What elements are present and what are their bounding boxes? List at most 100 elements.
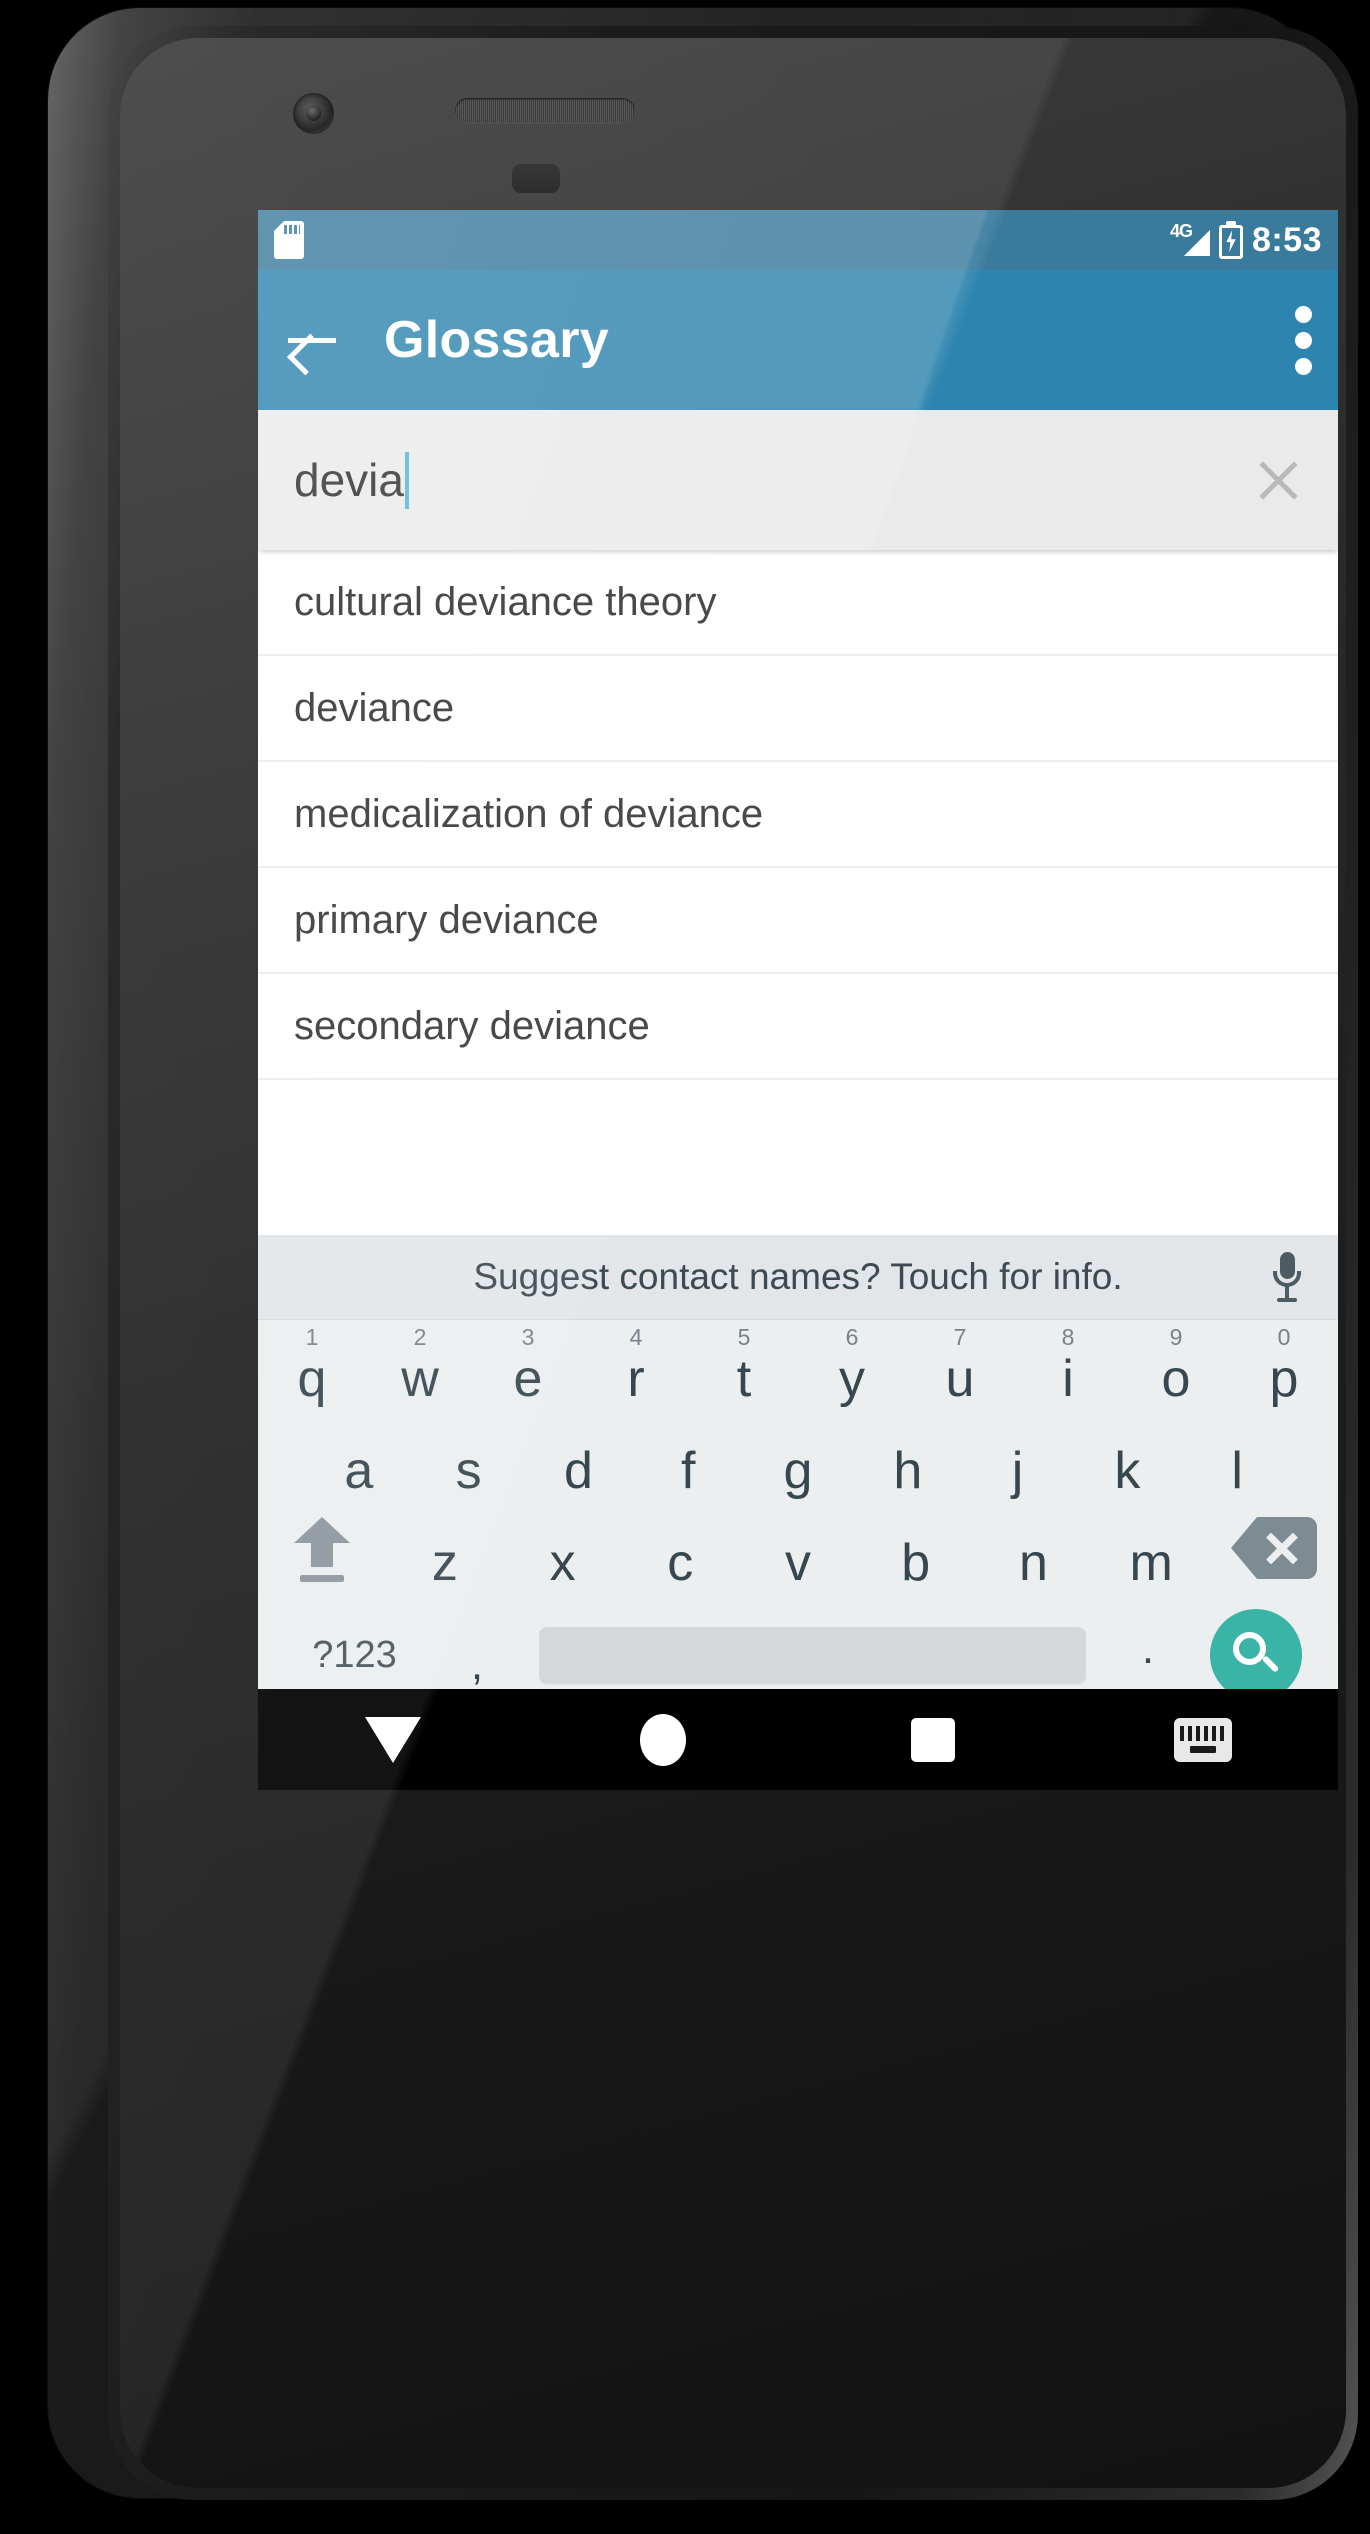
key-label: w [401, 1350, 439, 1408]
key-u[interactable]: 7 u [906, 1324, 1014, 1408]
microphone-icon[interactable] [1272, 1252, 1302, 1304]
list-item[interactable]: cultural deviance theory [258, 550, 1338, 656]
search-key-icon [1231, 1630, 1281, 1680]
search-action-key[interactable] [1198, 1609, 1314, 1701]
nav-recents-icon [911, 1717, 955, 1762]
search-input-value: devia [294, 454, 404, 506]
on-screen-keyboard: Suggest contact names? Touch for info. 1… [258, 1235, 1338, 1701]
key-number-hint: 3 [521, 1324, 535, 1350]
key-label: x [549, 1534, 576, 1592]
key-a[interactable]: a [304, 1425, 414, 1517]
key-c[interactable]: c [621, 1517, 739, 1609]
list-item-label: medicalization of deviance [294, 791, 764, 836]
nav-back-down-icon [365, 1716, 421, 1763]
period-key[interactable]: . [1098, 1624, 1198, 1674]
sd-card-icon [274, 221, 304, 259]
nav-keyboard-button[interactable] [1068, 1717, 1338, 1762]
key-number-hint: 4 [629, 1324, 643, 1350]
key-o[interactable]: 9 o [1122, 1324, 1230, 1406]
search-action-button[interactable] [1210, 1609, 1302, 1701]
key-label: k [1114, 1442, 1141, 1500]
clear-search-icon[interactable] [1252, 454, 1304, 506]
key-label: m [1129, 1534, 1173, 1592]
key-number-hint: 1 [305, 1324, 319, 1350]
key-label: t [736, 1350, 752, 1408]
key-number-hint: 2 [413, 1324, 427, 1350]
key-l[interactable]: l [1182, 1425, 1292, 1517]
key-label: i [1062, 1350, 1074, 1408]
key-number-hint: 9 [1169, 1324, 1183, 1350]
key-x[interactable]: x [504, 1517, 622, 1609]
key-d[interactable]: d [524, 1425, 634, 1517]
nav-recents-button[interactable] [798, 1717, 1068, 1762]
list-item[interactable]: primary deviance [258, 868, 1338, 974]
suggestion-list: cultural deviance theory deviance medica… [258, 550, 1338, 1080]
key-number-hint: 8 [1061, 1324, 1075, 1350]
key-k[interactable]: k [1072, 1425, 1182, 1517]
key-z[interactable]: z [386, 1517, 504, 1609]
keyboard-suggestion-text: Suggest contact names? Touch for info. [473, 1256, 1123, 1297]
nav-home-button[interactable] [528, 1713, 798, 1766]
key-w[interactable]: 2 w [366, 1324, 474, 1408]
key-m[interactable]: m [1092, 1517, 1210, 1609]
comma-key[interactable]: , [427, 1640, 527, 1690]
list-item-label: primary deviance [294, 897, 599, 942]
key-r[interactable]: 4 r [582, 1324, 690, 1406]
key-p[interactable]: 0 p [1230, 1324, 1338, 1406]
shift-key[interactable] [258, 1517, 386, 1585]
key-label: a [344, 1442, 374, 1500]
navigation-bar [258, 1689, 1338, 1790]
battery-charging-icon [1218, 221, 1243, 259]
key-label: g [783, 1442, 813, 1500]
list-item[interactable]: medicalization of deviance [258, 762, 1338, 868]
key-s[interactable]: s [414, 1425, 524, 1517]
phone-device-frame: 4G 8:53 Glossary devia cultural deviance… [48, 8, 1358, 2500]
back-arrow-icon[interactable] [284, 317, 340, 376]
key-b[interactable]: b [857, 1517, 975, 1609]
key-number-hint: 0 [1277, 1324, 1291, 1350]
space-key[interactable] [539, 1627, 1086, 1683]
backspace-key[interactable] [1210, 1517, 1338, 1579]
text-cursor [404, 451, 409, 509]
key-q[interactable]: 1 q [258, 1324, 366, 1408]
key-f[interactable]: f [633, 1425, 743, 1517]
key-label: q [297, 1350, 327, 1408]
key-i[interactable]: 8 i [1014, 1324, 1122, 1408]
key-label: h [893, 1442, 923, 1500]
key-y[interactable]: 6 y [798, 1326, 906, 1408]
network-type-label: 4G [1169, 221, 1193, 241]
key-label: s [455, 1442, 482, 1500]
list-item-label: cultural deviance theory [294, 579, 717, 624]
key-label: y [839, 1350, 865, 1408]
phone-screen-glass: 4G 8:53 Glossary devia cultural deviance… [120, 38, 1346, 2488]
key-n[interactable]: n [975, 1517, 1093, 1609]
key-v[interactable]: v [739, 1517, 857, 1609]
list-item[interactable]: deviance [258, 656, 1338, 762]
keyboard-row-1: 1 q 2 w 3 e 4 r 5 t 6 y 7 u 8 i 9 o 0 p [258, 1320, 1338, 1425]
search-input[interactable]: devia [294, 451, 1252, 509]
nav-home-icon [640, 1713, 686, 1766]
device-screen: 4G 8:53 Glossary devia cultural deviance… [258, 210, 1338, 1400]
keyboard-suggestion-bar[interactable]: Suggest contact names? Touch for info. [258, 1235, 1338, 1320]
nav-back-button[interactable] [258, 1716, 528, 1763]
shift-key-icon [294, 1517, 350, 1585]
overflow-menu-icon[interactable] [1294, 305, 1312, 375]
list-item[interactable]: secondary deviance [258, 974, 1338, 1080]
keyboard-row-4: ?123 , . [258, 1609, 1338, 1701]
key-label: f [681, 1442, 696, 1500]
earpiece-speaker-icon [455, 98, 635, 122]
search-bar[interactable]: devia [258, 410, 1338, 550]
list-item-label: deviance [294, 685, 455, 730]
symbols-key[interactable]: ?123 [282, 1634, 427, 1677]
key-label: b [901, 1534, 931, 1592]
key-t[interactable]: 5 t [690, 1326, 798, 1408]
key-number-hint: 7 [953, 1324, 967, 1350]
key-label: z [431, 1534, 458, 1592]
key-j[interactable]: j [963, 1425, 1073, 1517]
key-label: d [563, 1442, 593, 1500]
key-label: u [945, 1350, 975, 1408]
key-g[interactable]: g [743, 1425, 853, 1517]
keyboard-row-2: a s d f g h j k l [258, 1425, 1338, 1517]
key-h[interactable]: h [853, 1425, 963, 1517]
key-e[interactable]: 3 e [474, 1324, 582, 1406]
